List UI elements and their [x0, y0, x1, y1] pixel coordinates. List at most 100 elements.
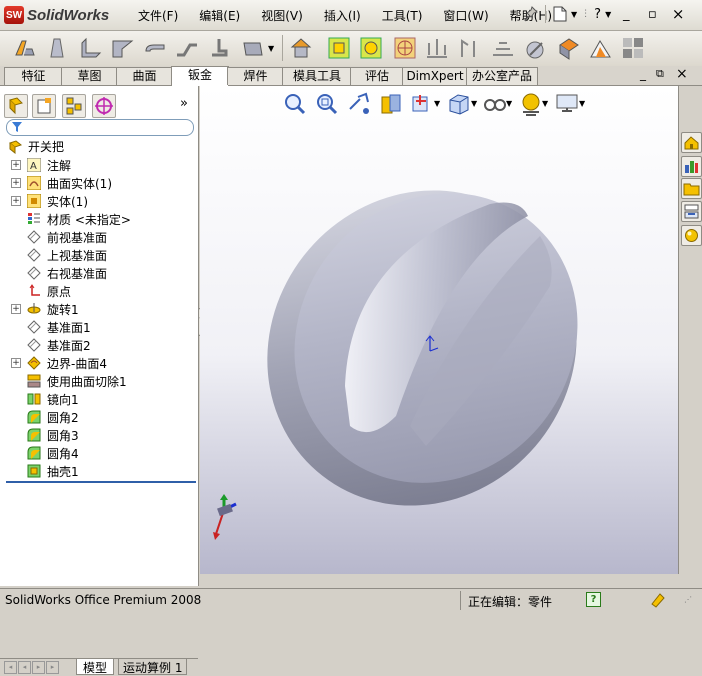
tree-item-shell[interactable]: 抽壳1 — [0, 462, 198, 480]
rip-icon[interactable] — [556, 35, 582, 61]
cross-break-icon[interactable] — [240, 35, 266, 61]
doc-close-button[interactable]: × — [676, 66, 688, 82]
base-flange-icon[interactable] — [12, 35, 38, 61]
property-manager-tab-icon[interactable] — [32, 94, 56, 118]
tab-sketch[interactable]: 草图 — [61, 67, 118, 85]
tab-mold-tools[interactable]: 模具工具 — [282, 67, 352, 85]
tab-features[interactable]: 特征 — [4, 67, 63, 85]
tree-item-material[interactable]: 材质 <未指定> — [0, 210, 198, 228]
expand-icon[interactable]: + — [11, 178, 21, 188]
appearances-scenes-icon[interactable] — [681, 225, 702, 246]
hem-icon[interactable] — [142, 35, 168, 61]
rollback-bar[interactable] — [6, 481, 196, 483]
tree-item-fillet4[interactable]: 圆角4 — [0, 444, 198, 462]
insert-bends-icon[interactable] — [588, 35, 614, 61]
tree-item-solid-bodies[interactable]: + 实体(1) — [0, 192, 198, 210]
tree-item-revolve[interactable]: + 旋转1 — [0, 300, 198, 318]
tree-item-plane1[interactable]: 基准面1 — [0, 318, 198, 336]
annotation-icon: A — [27, 158, 41, 172]
help-dropdown-icon[interactable]: ▼ — [605, 10, 611, 19]
tree-item-label: 曲面实体(1) — [47, 176, 112, 191]
menu-insert[interactable]: 插入(I) — [324, 7, 361, 24]
welded-corner-icon[interactable] — [326, 35, 352, 61]
feature-filter-input[interactable] — [6, 119, 194, 136]
cross-break-dropdown-icon[interactable]: ▼ — [268, 44, 274, 53]
last-tab-icon[interactable]: ▸ — [46, 661, 59, 674]
coordinate-triad-icon — [213, 494, 237, 540]
sheet-metal-gauge-icon[interactable] — [620, 35, 646, 61]
file-explorer-icon[interactable] — [681, 178, 702, 199]
tree-root[interactable]: 开关把 — [0, 137, 198, 155]
menu-tools[interactable]: 工具(T) — [382, 7, 423, 24]
solidworks-resources-icon[interactable] — [681, 132, 702, 153]
tree-item-front-plane[interactable]: 前视基准面 — [0, 228, 198, 246]
plane-icon — [27, 248, 41, 262]
tab-evaluate[interactable]: 评估 — [350, 67, 404, 85]
tree-item-surface-cut[interactable]: 使用曲面切除1 — [0, 372, 198, 390]
jog-icon[interactable] — [174, 35, 200, 61]
tree-item-right-plane[interactable]: 右视基准面 — [0, 264, 198, 282]
vent-icon[interactable] — [392, 35, 418, 61]
panel-expand-button[interactable]: » — [180, 96, 188, 111]
doc-restore-button[interactable]: ⧉ — [656, 67, 664, 81]
tab-office-products[interactable]: 办公室产品 — [466, 67, 538, 85]
view-palette-icon[interactable] — [681, 201, 702, 222]
tree-item-mirror[interactable]: 镜向1 — [0, 390, 198, 408]
feature-manager-tab-icon[interactable] — [4, 94, 28, 118]
configuration-manager-tab-icon[interactable] — [62, 94, 86, 118]
flatten-icon[interactable] — [490, 35, 516, 61]
miter-flange-icon[interactable] — [110, 35, 136, 61]
tab-surfaces[interactable]: 曲面 — [116, 67, 173, 85]
unfold-icon[interactable] — [424, 35, 450, 61]
tab-weldments[interactable]: 焊件 — [227, 67, 284, 85]
tree-item-plane2[interactable]: 基准面2 — [0, 336, 198, 354]
expand-icon[interactable]: + — [11, 358, 21, 368]
status-help-icon[interactable]: ? — [586, 592, 601, 607]
convert-to-sheet-metal-icon[interactable] — [44, 35, 70, 61]
break-corner-icon[interactable] — [358, 35, 384, 61]
sketched-bend-icon[interactable] — [206, 35, 232, 61]
closed-corner-icon[interactable] — [288, 35, 314, 61]
expand-icon[interactable]: + — [11, 196, 21, 206]
model-knob[interactable] — [200, 86, 678, 574]
menu-view[interactable]: 视图(V) — [261, 7, 303, 24]
tree-item-fillet3[interactable]: 圆角3 — [0, 426, 198, 444]
tree-item-annotations[interactable]: + A 注解 — [0, 156, 198, 174]
tree-item-boundary-surface[interactable]: + 边界-曲面4 — [0, 354, 198, 372]
tab-sheet-metal[interactable]: 钣金 — [171, 66, 229, 86]
tree-item-fillet2[interactable]: 圆角2 — [0, 408, 198, 426]
fold-icon[interactable] — [456, 35, 482, 61]
expand-icon[interactable]: + — [11, 160, 21, 170]
graphics-area[interactable]: ▼ ▼ ▼ ▼ ▼ — [200, 86, 678, 574]
design-library-icon[interactable] — [681, 156, 702, 177]
new-dropdown-icon[interactable]: ▼ — [571, 10, 577, 19]
tab-dimxpert[interactable]: DimXpert — [402, 67, 468, 85]
app-logo[interactable]: SW SolidWorks — [4, 4, 109, 26]
menu-window[interactable]: 窗口(W) — [443, 7, 488, 24]
tree-item-surface-bodies[interactable]: + 曲面实体(1) — [0, 174, 198, 192]
resize-grip-icon[interactable]: ⋰ — [684, 595, 692, 604]
tree-item-top-plane[interactable]: 上视基准面 — [0, 246, 198, 264]
next-tab-icon[interactable]: ▸ — [32, 661, 45, 674]
edge-flange-icon[interactable] — [78, 35, 104, 61]
doc-minimize-button[interactable]: _ — [640, 67, 646, 81]
tree-item-label: 前视基准面 — [47, 230, 108, 245]
dimxpert-manager-tab-icon[interactable] — [92, 94, 116, 118]
pin-icon[interactable] — [524, 6, 538, 22]
expand-icon[interactable]: + — [11, 304, 21, 314]
restore-button[interactable]: ▫ — [641, 4, 663, 24]
new-document-icon[interactable] — [553, 6, 567, 22]
no-bends-icon[interactable] — [522, 35, 548, 61]
menu-edit[interactable]: 编辑(E) — [199, 7, 240, 24]
menu-file[interactable]: 文件(F) — [138, 7, 178, 24]
minimize-button[interactable]: _ — [615, 4, 637, 24]
help-icon[interactable]: ? — [594, 7, 601, 22]
rebuild-icon[interactable] — [650, 592, 666, 608]
prev-tab-icon[interactable]: ◂ — [18, 661, 31, 674]
tree-item-origin[interactable]: 原点 — [0, 282, 198, 300]
close-button[interactable]: × — [667, 4, 689, 24]
tab-model[interactable]: 模型 — [76, 659, 115, 675]
first-tab-icon[interactable]: ◂ — [4, 661, 17, 674]
task-pane-strip — [678, 86, 702, 574]
tab-motion-study[interactable]: 运动算例 1 — [118, 659, 188, 675]
